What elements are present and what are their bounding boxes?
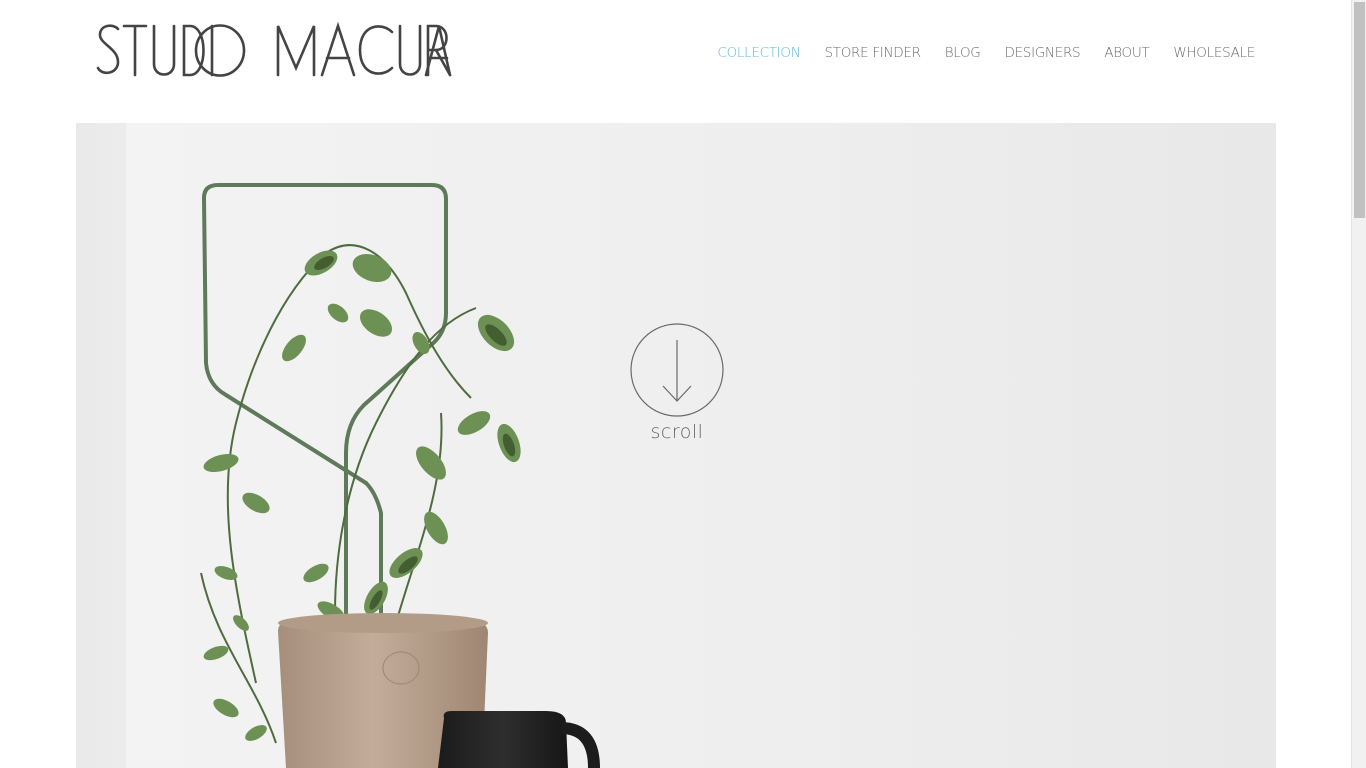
arrow-down-circle-icon: [630, 323, 724, 417]
page: COLLECTION STORE FINDER BLOG DESIGNERS A…: [0, 0, 1366, 768]
logo-wordmark: [96, 21, 452, 77]
nav-link-designers[interactable]: DESIGNERS: [1004, 45, 1080, 61]
nav-item-store-finder: STORE FINDER: [825, 42, 922, 61]
scroll-label: scroll: [650, 421, 704, 443]
nav-item-about: ABOUT: [1104, 42, 1149, 61]
nav-item-collection: COLLECTION: [717, 42, 800, 61]
page-scrollbar-thumb[interactable]: [1354, 2, 1365, 218]
nav-link-wholesale[interactable]: WHOLESALE: [1173, 45, 1255, 61]
site-logo[interactable]: [96, 20, 452, 80]
nav-link-about[interactable]: ABOUT: [1104, 45, 1149, 61]
hero-banner: scroll: [76, 123, 1276, 768]
nav-item-wholesale: WHOLESALE: [1173, 42, 1255, 61]
nav-item-blog: BLOG: [945, 42, 981, 61]
hero-photo-plant-trellis: [76, 123, 600, 768]
main-nav: COLLECTION STORE FINDER BLOG DESIGNERS A…: [717, 42, 1255, 61]
nav-link-blog[interactable]: BLOG: [945, 45, 981, 61]
nav-link-collection[interactable]: COLLECTION: [717, 45, 800, 61]
nav-item-designers: DESIGNERS: [1004, 42, 1080, 61]
scroll-cue[interactable]: scroll: [629, 323, 725, 443]
nav-link-store-finder[interactable]: STORE FINDER: [825, 45, 922, 61]
page-scrollbar[interactable]: [1351, 0, 1366, 768]
